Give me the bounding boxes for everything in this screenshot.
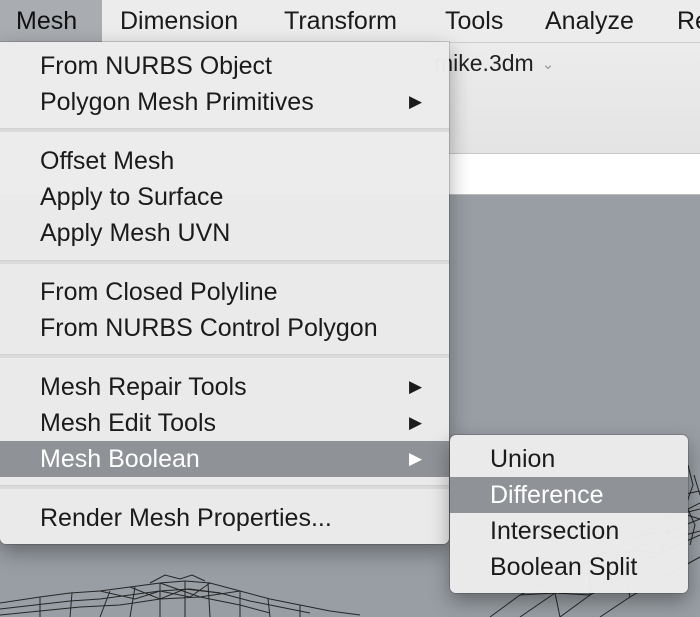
menu-item-label: Offset Mesh <box>40 147 175 175</box>
menubar-item-render[interactable]: Re <box>661 0 700 42</box>
menu-bar: Mesh Dimension Transform Tools Analyze R… <box>0 0 700 43</box>
menu-item-label: Polygon Mesh Primitives <box>40 88 314 116</box>
menu-item-mesh-repair-tools[interactable]: Mesh Repair Tools ▶ <box>0 369 449 405</box>
menu-item-label: Apply Mesh UVN <box>40 219 231 247</box>
menu-separator <box>0 260 449 264</box>
submenu-arrow-icon: ▶ <box>409 413 423 432</box>
mesh-menu: From NURBS Object Polygon Mesh Primitive… <box>0 42 449 544</box>
menu-item-label: From NURBS Control Polygon <box>40 314 378 342</box>
menu-separator <box>0 354 449 358</box>
menu-item-from-nurbs-object[interactable]: From NURBS Object <box>0 48 449 84</box>
menu-item-label: Mesh Edit Tools <box>40 409 217 437</box>
menu-item-label: From Closed Polyline <box>40 278 278 306</box>
submenu-arrow-icon: ▶ <box>409 92 423 111</box>
menubar-item-dimension[interactable]: Dimension <box>104 0 254 42</box>
menu-item-label: Render Mesh Properties... <box>40 504 332 532</box>
document-title[interactable]: mike.3dm ⌄ <box>434 50 554 77</box>
submenu-item-union[interactable]: Union <box>450 441 688 477</box>
menu-item-label: Mesh Boolean <box>40 445 200 473</box>
menu-item-from-nurbs-control-polygon[interactable]: From NURBS Control Polygon <box>0 310 449 346</box>
menu-item-apply-to-surface[interactable]: Apply to Surface <box>0 179 449 215</box>
menu-item-label: Apply to Surface <box>40 183 224 211</box>
menu-item-polygon-mesh-primitives[interactable]: Polygon Mesh Primitives ▶ <box>0 84 449 120</box>
menubar-item-analyze[interactable]: Analyze <box>529 0 650 42</box>
menu-separator <box>0 485 449 489</box>
menu-separator <box>0 128 449 132</box>
menu-item-apply-mesh-uvn[interactable]: Apply Mesh UVN <box>0 215 449 251</box>
submenu-arrow-icon: ▶ <box>409 377 423 396</box>
menubar-item-tools[interactable]: Tools <box>429 0 519 42</box>
submenu-item-intersection[interactable]: Intersection <box>450 513 688 549</box>
menu-item-from-closed-polyline[interactable]: From Closed Polyline <box>0 274 449 310</box>
submenu-arrow-icon: ▶ <box>409 449 423 468</box>
submenu-item-boolean-split[interactable]: Boolean Split <box>450 549 688 585</box>
menu-item-label: Mesh Repair Tools <box>40 373 247 401</box>
submenu-item-difference[interactable]: Difference <box>450 477 688 513</box>
menubar-item-mesh[interactable]: Mesh <box>0 0 102 42</box>
menu-item-offset-mesh[interactable]: Offset Mesh <box>0 143 449 179</box>
menu-item-label: From NURBS Object <box>40 52 272 80</box>
mesh-boolean-submenu: Union Difference Intersection Boolean Sp… <box>450 435 688 593</box>
menubar-item-transform[interactable]: Transform <box>268 0 413 42</box>
menu-item-mesh-edit-tools[interactable]: Mesh Edit Tools ▶ <box>0 405 449 441</box>
menu-item-mesh-boolean[interactable]: Mesh Boolean ▶ <box>0 441 449 477</box>
menu-item-render-mesh-properties[interactable]: Render Mesh Properties... <box>0 500 449 536</box>
chevron-down-icon[interactable]: ⌄ <box>542 56 555 73</box>
